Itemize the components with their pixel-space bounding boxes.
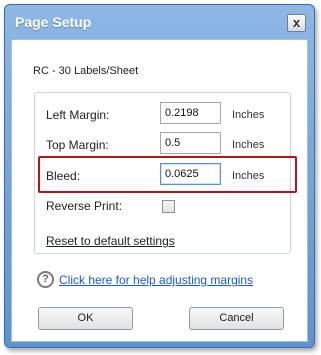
top-margin-unit: Inches xyxy=(232,139,265,151)
label-sheet-name: RC - 30 Labels/Sheet xyxy=(33,65,139,77)
cancel-button[interactable]: Cancel xyxy=(189,307,284,330)
top-margin-label: Top Margin: xyxy=(46,138,109,152)
left-margin-input[interactable] xyxy=(160,102,221,124)
help-icon: ? xyxy=(37,271,54,288)
dialog-content: RC - 30 Labels/Sheet Left Margin: Inches… xyxy=(11,39,308,342)
ok-button[interactable]: OK xyxy=(38,307,133,330)
bleed-unit: Inches xyxy=(232,170,265,182)
dialog-title: Page Setup xyxy=(15,14,92,30)
dialog-titlebar[interactable]: Page Setup x xyxy=(5,5,314,38)
close-button[interactable]: x xyxy=(287,14,306,32)
reset-defaults-link[interactable]: Reset to default settings xyxy=(46,234,175,248)
bleed-label: Bleed: xyxy=(46,169,81,183)
bleed-input[interactable] xyxy=(160,163,221,185)
left-margin-label: Left Margin: xyxy=(46,108,110,122)
reverse-print-label: Reverse Print: xyxy=(46,199,123,213)
top-margin-input[interactable] xyxy=(160,132,221,154)
reverse-print-checkbox[interactable] xyxy=(162,200,175,213)
left-margin-unit: Inches xyxy=(232,109,265,121)
page-setup-dialog: Page Setup x RC - 30 Labels/Sheet Left M… xyxy=(4,4,315,348)
close-icon: x xyxy=(292,15,301,30)
help-margins-link[interactable]: Click here for help adjusting margins xyxy=(59,273,253,287)
